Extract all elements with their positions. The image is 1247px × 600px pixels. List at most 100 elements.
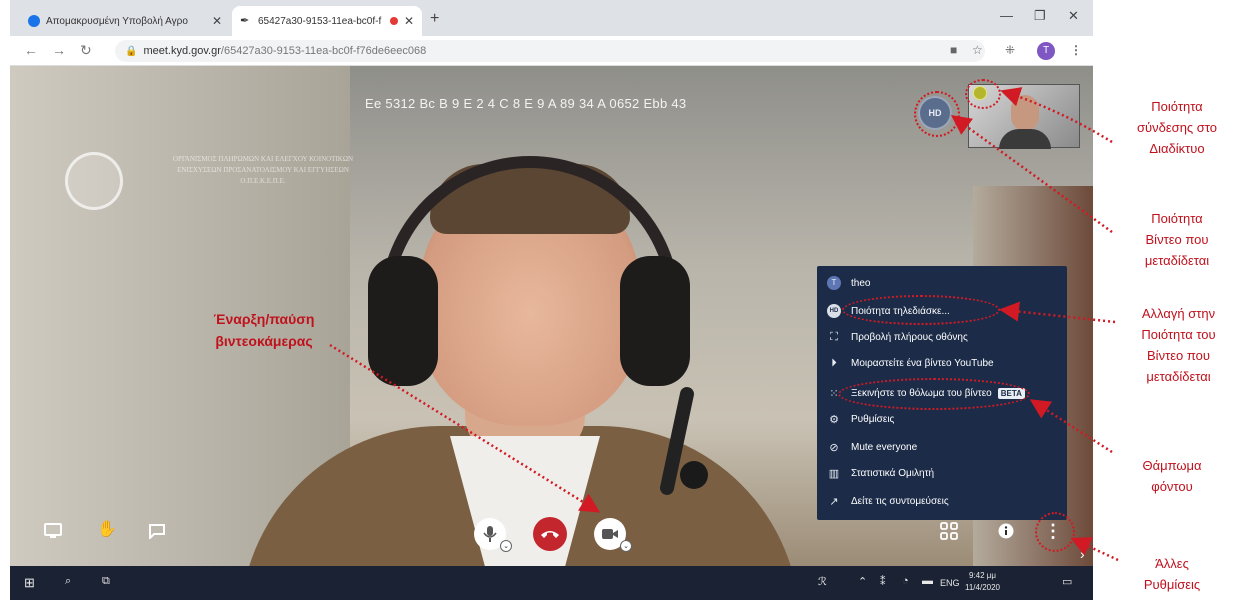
fullscreen-icon: ⛶	[830, 330, 838, 343]
search-icon[interactable]: ⌕	[65, 575, 71, 588]
chat-button[interactable]	[144, 518, 170, 544]
language-indicator[interactable]: ENG	[940, 578, 960, 588]
menu-item-label: Mute everyone	[851, 441, 918, 453]
chat-icon	[149, 524, 165, 539]
extension-icon[interactable]: ⁜	[1005, 43, 1015, 57]
annotation-line: μεταδίδεται	[1144, 253, 1210, 268]
annotation-line: Βίντεο που	[1145, 232, 1209, 247]
annotation-connection-quality: Ποιότητα σύνδεσης στο Διαδίκτυο	[1112, 96, 1242, 159]
raise-hand-button[interactable]: ✋	[94, 516, 120, 542]
tile-view-icon	[940, 522, 958, 540]
network-icon[interactable]: ⁑	[880, 575, 886, 588]
headphone-right-cup	[620, 256, 690, 386]
watermark-line: ΕΝΙΣΧΥΣΕΩΝ ΠΡΟΣΑΝΑΤΟΛΙΣΜΟΥ ΚΑΙ ΕΓΓΥΗΣΕΩΝ	[177, 166, 349, 174]
play-icon: ⏵	[831, 356, 837, 369]
address-host: meet.kyd.gov.gr	[143, 45, 221, 57]
new-tab-icon[interactable]: +	[430, 10, 439, 28]
tile-view-button[interactable]	[936, 518, 962, 544]
screenshot-root: Απομακρυσμένη Υποβολή Αγρο ✕ ✒ 65427a30-…	[0, 0, 1247, 600]
task-view-icon[interactable]: ⧉	[102, 575, 110, 588]
tab-title: Απομακρυσμένη Υποβολή Αγρο	[46, 15, 188, 27]
browser-menu-icon[interactable]: ⋮	[1070, 43, 1082, 57]
thumbnail-face	[1011, 95, 1039, 131]
notifications-icon[interactable]: ▭	[1062, 575, 1072, 588]
annotation-line: σύνδεσης στο	[1137, 120, 1217, 135]
hangup-icon	[541, 531, 559, 538]
annotation-line: Ποιότητα του	[1141, 327, 1216, 342]
headset-mic	[680, 461, 708, 489]
menu-item-label: Προβολή πλήρους οθόνης	[851, 331, 968, 343]
menu-item-label: Μοιραστείτε ένα βίντεο YouTube	[851, 357, 994, 369]
highlight-quality-badge	[914, 91, 960, 137]
organization-logo	[65, 152, 123, 210]
info-icon	[998, 523, 1014, 539]
camera-icon	[602, 529, 618, 539]
annotation-line: φόντου	[1151, 479, 1193, 494]
lock-icon: 🔒	[125, 45, 138, 57]
menu-item-profile[interactable]: T theo	[817, 272, 1067, 294]
annotation-line: Ποιότητα	[1151, 99, 1203, 114]
room-code: Ee 5312 Bc B 9 E 2 4 C 8 E 9 A 89 34 A 0…	[365, 96, 687, 111]
bookmark-star-icon[interactable]: ☆	[972, 43, 983, 57]
hangup-button[interactable]	[533, 517, 567, 551]
menu-item-label: theo	[851, 277, 871, 289]
address-path: /65427a30-9153-11ea-bc0f-f76de6eec068	[220, 45, 427, 57]
camera-permission-icon[interactable]: ■	[950, 43, 957, 57]
system-clock[interactable]: 9:42 μμ 11/4/2020	[965, 570, 1000, 594]
shortcut-icon: ↗	[829, 495, 839, 508]
organization-watermark: ΟΡΓΑΝΙΣΜΟΣ ΠΛΗΡΩΜΩΝ ΚΑΙ ΕΛΕΓΧΟΥ ΚΟΙΝΟΤΙΚ…	[138, 154, 388, 187]
menu-item-label: Στατιστικά Ομιλητή	[851, 467, 935, 479]
battery-icon[interactable]: ▬	[922, 575, 933, 587]
chevron-right-icon[interactable]: ›	[1080, 546, 1085, 562]
close-tab-icon[interactable]: ✕	[404, 14, 414, 28]
menu-item-shortcuts[interactable]: ↗ Δείτε τις συντομεύσεις	[817, 490, 1067, 512]
thumbnail-body	[999, 129, 1051, 149]
annotation-other-settings: Άλλες Ρυθμίσεις	[1112, 553, 1232, 595]
menu-item-share-youtube[interactable]: ⏵ Μοιραστείτε ένα βίντεο YouTube	[817, 352, 1067, 374]
menu-item-speaker-stats[interactable]: ▥ Στατιστικά Ομιλητή	[817, 462, 1067, 484]
headphone-left-cup	[368, 256, 438, 386]
close-tab-icon[interactable]: ✕	[212, 14, 222, 28]
user-avatar-icon: T	[827, 276, 841, 290]
menu-item-mute-everyone[interactable]: ⊘ Mute everyone	[817, 436, 1067, 458]
chevron-down-icon[interactable]: ⌄	[620, 540, 632, 552]
browser-toolbar: ← → ↻ 🔒 meet.kyd.gov.gr /65427a30-9153-1…	[10, 36, 1093, 66]
annotation-line: Έναρξη/παύση	[213, 311, 315, 327]
address-bar[interactable]: 🔒 meet.kyd.gov.gr /65427a30-9153-11ea-bc…	[115, 40, 985, 62]
info-button[interactable]	[993, 518, 1019, 544]
annotation-line: Ρυθμίσεις	[1143, 577, 1201, 592]
chevron-down-icon[interactable]: ⌄	[500, 540, 512, 552]
close-window-icon[interactable]: ✕	[1068, 8, 1079, 24]
menu-item-fullscreen[interactable]: ⛶ Προβολή πλήρους οθόνης	[817, 326, 1067, 348]
restore-icon[interactable]: ❐	[1034, 8, 1046, 24]
annotation-line: Βίντεο που	[1147, 348, 1210, 363]
feather-icon: ✒	[240, 15, 250, 27]
people-icon[interactable]: ℛ	[818, 575, 827, 588]
forward-icon[interactable]: →	[52, 42, 66, 58]
annotation-line: Διαδίκτυο	[1149, 141, 1205, 156]
chevron-up-icon[interactable]: ⌃	[858, 575, 867, 588]
menu-item-label: Δείτε τις συντομεύσεις	[851, 495, 949, 507]
recording-icon	[389, 17, 398, 25]
tab-meeting[interactable]: ✒ 65427a30-9153-11ea-bc0f-f ✕	[232, 6, 422, 36]
tab-remote-submission[interactable]: Απομακρυσμένη Υποβολή Αγρο ✕	[20, 6, 230, 36]
windows-start-icon[interactable]: ⊞	[24, 575, 35, 591]
highlight-blur-menu	[838, 378, 1030, 410]
annotation-line: βιντεοκάμερας	[215, 333, 313, 349]
windows-taskbar: ⊞ ⌕ ⧉ ℛ ⌃ ⁑ ◔ ▬ ENG 9:42 μμ 11/4/2020 ▭	[10, 566, 1093, 600]
hd-badge: HD	[827, 304, 841, 318]
annotation-background-blur: Θάμπωμα φόντου	[1112, 455, 1232, 497]
screen-share-button[interactable]	[40, 518, 66, 544]
profile-avatar[interactable]: T	[1037, 42, 1055, 60]
avatar: T	[827, 276, 841, 290]
annotation-line: μεταδίδεται	[1146, 369, 1211, 384]
reload-icon[interactable]: ↻	[80, 42, 92, 59]
watermark-line: Ο.Π.Ε.Κ.Ε.Π.Ε.	[240, 177, 286, 185]
plus-circle-icon	[28, 15, 40, 27]
minimize-icon[interactable]: —	[1000, 8, 1013, 23]
wifi-icon[interactable]: ◔	[902, 575, 909, 587]
back-icon[interactable]: ←	[24, 42, 38, 58]
menu-item-settings[interactable]: ⚙ Ρυθμίσεις	[817, 408, 1067, 430]
annotation-line: Ποιότητα	[1151, 211, 1203, 226]
annotation-video-quality: Ποιότητα Βίντεο που μεταδίδεται	[1112, 208, 1242, 271]
